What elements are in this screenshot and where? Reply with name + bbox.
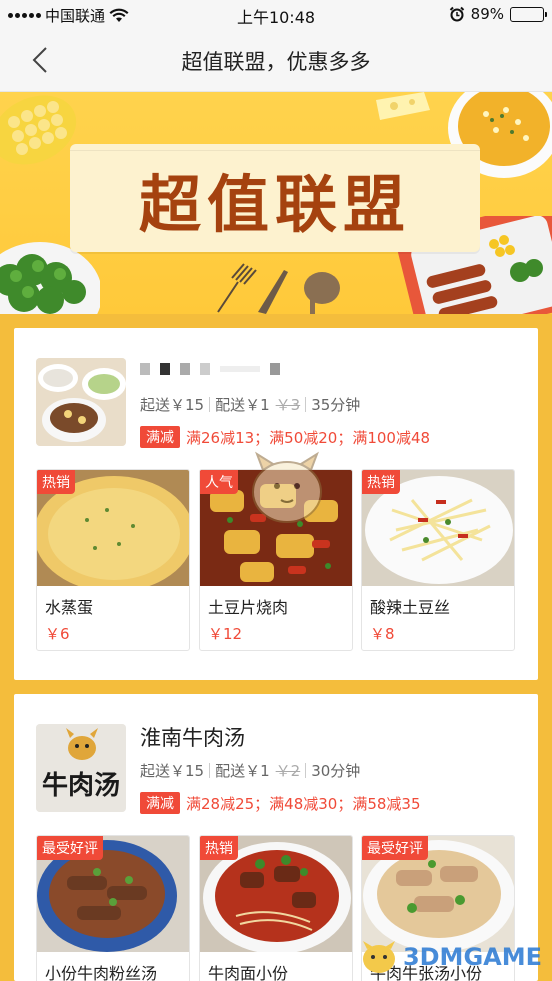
divider [209,763,211,778]
watermark: 3DMGAME [359,939,542,975]
min-order: 起送￥15 [140,396,205,414]
delivery-fee: 配送￥1 [215,762,270,780]
status-bar: 中国联通 上午10:48 89% [0,0,552,28]
dish-price: ￥8 [370,625,395,643]
dish-badge: 热销 [200,836,238,860]
mascot-overlay-icon [252,451,322,523]
dish-badge: 热销 [362,470,400,494]
dish-card[interactable]: 热销 水蒸蛋 ￥6 [36,469,190,651]
promo-banner[interactable]: 超值联盟 [0,92,552,314]
shop-thumb-text: 牛肉汤 [42,771,120,801]
original-delivery-fee: ￥2 [275,762,301,780]
shop-meta: 起送￥15 配送￥1 ￥2 30分钟 [140,760,360,781]
delivery-time: 30分钟 [311,762,361,780]
cheese-illustration [376,92,430,120]
dish-price: ￥12 [208,625,243,643]
promo-text: 满26减13；满50减20；满100减48 [186,428,431,447]
shop-thumbnail [36,358,126,446]
dish-badge: 热销 [37,470,75,494]
dish-card[interactable]: 热销 酸辣土豆丝 ￥8 [361,469,515,651]
promo-tag: 满减 [140,426,180,448]
shop-thumbnail: 牛肉汤 [36,724,126,812]
promo-row: 满减 满28减25；满48减30；满58减35 [140,792,421,814]
dish-name: 牛肉面小份 [208,964,289,981]
cutlery-illustration [217,263,340,314]
alarm-icon [449,6,464,22]
divider [209,397,211,412]
dish-name: 小份牛肉粉丝汤 [45,964,158,981]
dish-badge: 最受好评 [37,836,103,860]
delivery-time: 35分钟 [311,396,361,414]
dish-name: 酸辣土豆丝 [370,598,451,617]
divider [305,763,307,778]
dish-badge: 人气 [200,470,238,494]
shop-card[interactable]: 牛肉汤 淮南牛肉汤 起送￥15 配送￥1 ￥2 30分钟 满减 满28减25；满… [14,694,538,981]
promo-tag: 满减 [140,792,180,814]
battery-icon [510,6,547,22]
dish-name: 土豆片烧肉 [208,598,289,617]
battery-percent: 89% [470,5,504,23]
shop-name-obscured [140,358,390,380]
min-order: 起送￥15 [140,762,205,780]
nav-bar: 超值联盟，优惠多多 [0,28,552,92]
watermark-mascot-icon [362,941,395,973]
shop-name[interactable]: 淮南牛肉汤 [140,722,245,752]
watermark-text: 3DMGAME [402,943,542,971]
dish-name: 水蒸蛋 [45,598,94,617]
dish-badge: 最受好评 [362,836,428,860]
delivery-fee: 配送￥1 [215,396,270,414]
promo-row: 满减 满26减13；满50减20；满100减48 [140,426,430,448]
dish-card[interactable]: 热销 牛肉面小份 [199,835,353,981]
promo-text: 满28减25；满48减30；满58减35 [186,794,421,813]
shop-meta: 起送￥15 配送￥1 ￥3 35分钟 [140,394,360,415]
banner-title: 超值联盟 [138,168,411,241]
original-delivery-fee: ￥3 [275,396,301,414]
dish-price: ￥6 [45,625,70,643]
divider [305,397,307,412]
status-right: 89% [449,5,547,23]
page-title: 超值联盟，优惠多多 [181,50,371,74]
dish-card[interactable]: 最受好评 小份牛肉粉丝汤 [36,835,190,981]
